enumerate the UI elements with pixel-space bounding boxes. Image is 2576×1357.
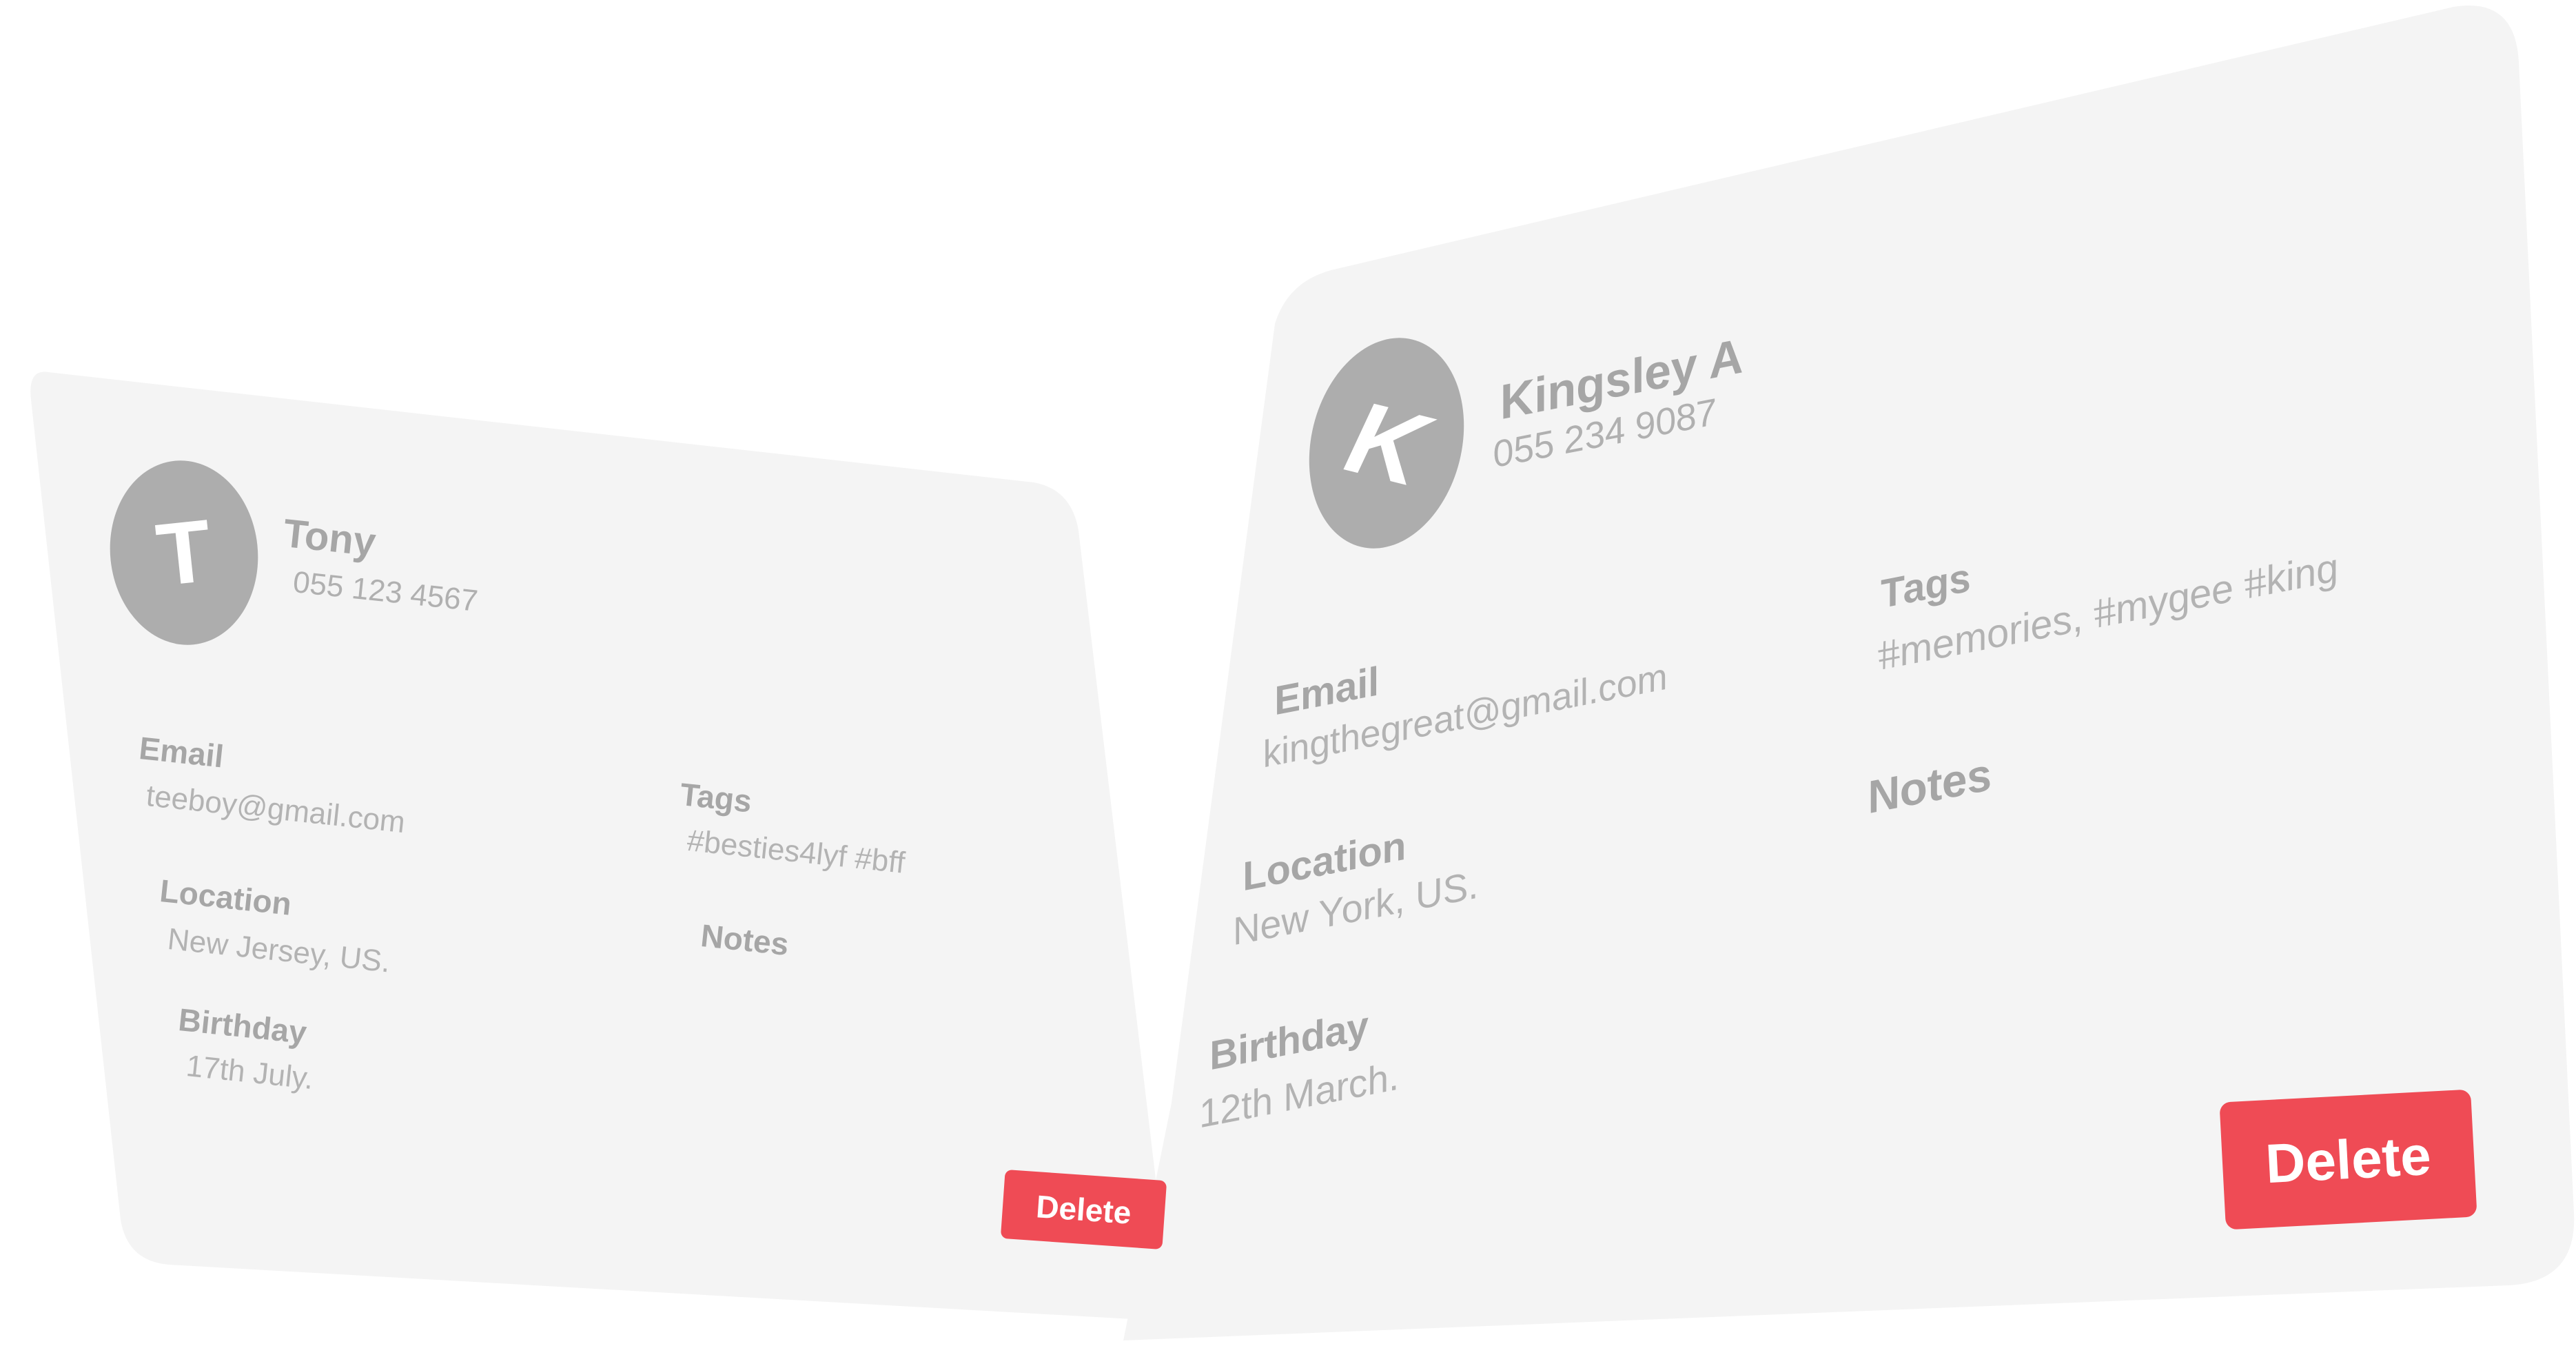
contact-card-kingsley[interactable]: K Kingsley A 055 234 9087 Email kingtheg… — [0, 0, 2576, 1357]
delete-button[interactable]: Delete — [2219, 1089, 2477, 1230]
avatar-initial: K — [1336, 377, 1437, 509]
tags-label: Tags — [1876, 555, 1975, 617]
avatar: K — [1287, 321, 1486, 565]
notes-label: Notes — [1862, 748, 1996, 823]
